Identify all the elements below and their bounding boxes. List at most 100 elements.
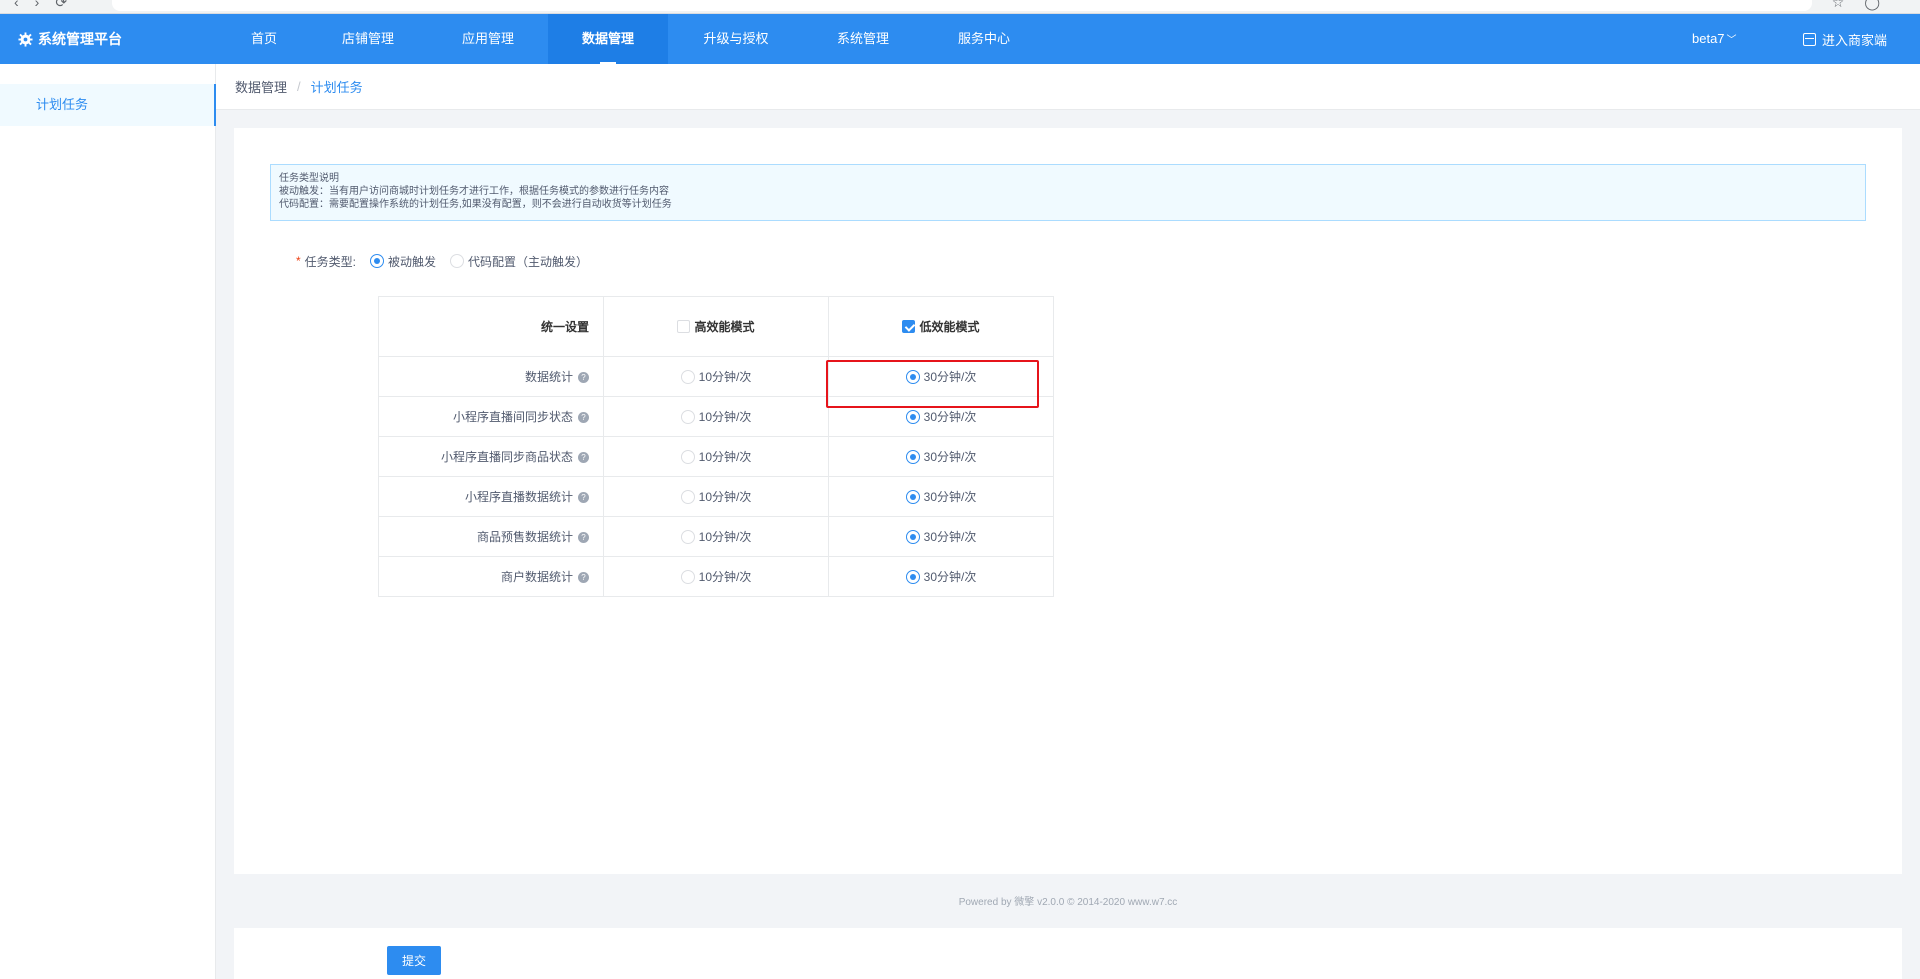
- option-10min-label: 10分钟/次: [698, 410, 752, 424]
- brand-title: 系统管理平台: [38, 31, 122, 47]
- table-row: 小程序直播同步商品状态? 10分钟/次 30分钟/次: [378, 436, 1054, 477]
- version-dropdown[interactable]: beta7 ﹀: [1692, 14, 1737, 64]
- option-30min[interactable]: 30分钟/次: [829, 408, 1053, 425]
- radio-10min[interactable]: [680, 569, 695, 584]
- radio-30min[interactable]: [905, 409, 920, 424]
- radio-10min[interactable]: [680, 369, 695, 384]
- high-mode-label: 高效能模式: [694, 320, 755, 334]
- option-30min-label: 30分钟/次: [923, 370, 977, 384]
- option-10min[interactable]: 10分钟/次: [604, 448, 828, 465]
- top-header: 系统管理平台 首页 店铺管理 应用管理 数据管理 升级与授权 系统管理 服务中心…: [0, 14, 1920, 64]
- browser-toolbar: ‹›⟳ ☆◯: [0, 0, 1920, 14]
- radio-30min[interactable]: [905, 569, 920, 584]
- option-30min-label: 30分钟/次: [923, 490, 977, 504]
- table-row: 小程序直播数据统计? 10分钟/次 30分钟/次: [378, 476, 1054, 517]
- table-row: 数据统计? 10分钟/次 30分钟/次: [378, 356, 1054, 397]
- brand[interactable]: 系统管理平台: [18, 14, 122, 64]
- breadcrumb-current: 计划任务: [310, 80, 363, 95]
- option-10min[interactable]: 10分钟/次: [604, 488, 828, 505]
- option-10min[interactable]: 10分钟/次: [604, 408, 828, 425]
- chevron-down-icon: ﹀: [1726, 35, 1737, 46]
- high-mode-checkbox[interactable]: 高效能模式: [604, 318, 828, 335]
- option-30min-label: 30分钟/次: [923, 530, 977, 544]
- option-30min[interactable]: 30分钟/次: [829, 568, 1053, 585]
- enter-merchant-label: 进入商家端: [1822, 32, 1888, 48]
- version-label: beta7: [1692, 31, 1725, 46]
- option-10min-label: 10分钟/次: [698, 370, 752, 384]
- breadcrumb-parent[interactable]: 数据管理: [235, 77, 287, 96]
- option-30min-label: 30分钟/次: [923, 450, 977, 464]
- option-30min[interactable]: 30分钟/次: [829, 488, 1053, 505]
- nav-tab-home[interactable]: 首页: [220, 14, 308, 64]
- gear-icon: [18, 31, 33, 47]
- low-mode-label: 低效能模式: [919, 320, 980, 334]
- table-header-row: 统一设置 高效能模式 低效能模式: [378, 296, 1054, 357]
- task-type-passive-option[interactable]: 被动触发: [370, 253, 436, 270]
- browser-nav-icons[interactable]: ‹›⟳: [14, 0, 83, 11]
- row-name: 商户数据统计: [500, 570, 573, 584]
- option-30min[interactable]: 30分钟/次: [829, 528, 1053, 545]
- option-10min-label: 10分钟/次: [698, 490, 752, 504]
- radio-10min[interactable]: [680, 409, 695, 424]
- task-type-code-label: 代码配置（主动触发）: [468, 254, 589, 269]
- browser-action-icons[interactable]: ☆◯: [1832, 0, 1900, 11]
- help-icon[interactable]: ?: [578, 412, 589, 424]
- submit-bar: 提交: [234, 928, 1902, 979]
- help-icon[interactable]: ?: [578, 532, 589, 544]
- radio-passive[interactable]: [370, 254, 385, 268]
- nav-tab-apps[interactable]: 应用管理: [428, 14, 548, 64]
- breadcrumb-separator: /: [297, 79, 301, 94]
- unified-setting-label: 统一设置: [378, 296, 604, 357]
- help-icon[interactable]: ?: [578, 452, 589, 464]
- help-icon[interactable]: ?: [578, 372, 589, 384]
- notice-line-1: 被动触发：当有用户访问商城时计划任务才进行工作，根据任务模式的参数进行任务内容: [279, 186, 669, 197]
- row-name: 小程序直播同步商品状态: [440, 450, 573, 464]
- nav-tab-service[interactable]: 服务中心: [922, 14, 1046, 64]
- option-10min-label: 10分钟/次: [698, 570, 752, 584]
- main-nav: 首页 店铺管理 应用管理 数据管理 升级与授权 系统管理 服务中心: [220, 14, 1046, 64]
- row-name: 数据统计: [524, 370, 573, 384]
- required-mark: *: [296, 254, 301, 268]
- enter-merchant-link[interactable]: 进入商家端: [1803, 14, 1887, 64]
- notice-line-2: 代码配置：需要配置操作系统的计划任务,如果没有配置，则不会进行自动收货等计划任务: [279, 199, 672, 210]
- table-row: 商户数据统计? 10分钟/次 30分钟/次: [378, 556, 1054, 597]
- row-name: 商品预售数据统计: [476, 530, 573, 544]
- main-card: 任务类型说明 被动触发：当有用户访问商城时计划任务才进行工作，根据任务模式的参数…: [234, 128, 1902, 874]
- submit-button[interactable]: 提交: [387, 946, 441, 975]
- checkbox-high[interactable]: [677, 320, 691, 333]
- radio-10min[interactable]: [680, 449, 695, 464]
- option-10min[interactable]: 10分钟/次: [604, 528, 828, 545]
- option-30min[interactable]: 30分钟/次: [829, 448, 1053, 465]
- radio-30min[interactable]: [905, 369, 920, 384]
- notice-title: 任务类型说明: [279, 173, 339, 184]
- nav-tab-data[interactable]: 数据管理: [548, 14, 668, 64]
- sidebar-item-scheduled-tasks[interactable]: 计划任务: [0, 84, 216, 126]
- option-10min[interactable]: 10分钟/次: [604, 368, 828, 385]
- checkbox-low[interactable]: [902, 320, 916, 333]
- radio-10min[interactable]: [680, 489, 695, 504]
- task-type-code-option[interactable]: 代码配置（主动触发）: [450, 253, 588, 270]
- frequency-table: 统一设置 高效能模式 低效能模式 数据统计? 10分钟/次 30分钟/次 小程序…: [378, 296, 1054, 597]
- info-notice: 任务类型说明 被动触发：当有用户访问商城时计划任务才进行工作，根据任务模式的参数…: [270, 164, 1866, 221]
- help-icon[interactable]: ?: [578, 572, 589, 584]
- table-row: 商品预售数据统计? 10分钟/次 30分钟/次: [378, 516, 1054, 557]
- radio-10min[interactable]: [680, 529, 695, 544]
- nav-tab-store[interactable]: 店铺管理: [308, 14, 428, 64]
- radio-30min[interactable]: [905, 529, 920, 544]
- radio-code[interactable]: [450, 254, 465, 268]
- option-30min-label: 30分钟/次: [923, 410, 977, 424]
- option-30min[interactable]: 30分钟/次: [829, 368, 1053, 385]
- row-name: 小程序直播数据统计: [464, 490, 573, 504]
- footer-copyright: Powered by 微擎 v2.0.0 © 2014-2020 www.w7.…: [958, 897, 1178, 908]
- nav-tab-system[interactable]: 系统管理: [804, 14, 922, 64]
- low-mode-checkbox[interactable]: 低效能模式: [829, 318, 1053, 335]
- help-icon[interactable]: ?: [578, 492, 589, 504]
- radio-30min[interactable]: [905, 449, 920, 464]
- table-row: 小程序直播间同步状态? 10分钟/次 30分钟/次: [378, 396, 1054, 437]
- option-10min[interactable]: 10分钟/次: [604, 568, 828, 585]
- radio-30min[interactable]: [905, 489, 920, 504]
- store-icon: [1803, 32, 1816, 46]
- address-bar[interactable]: [112, 0, 1812, 11]
- task-type-passive-label: 被动触发: [388, 254, 437, 269]
- nav-tab-upgrade[interactable]: 升级与授权: [668, 14, 804, 64]
